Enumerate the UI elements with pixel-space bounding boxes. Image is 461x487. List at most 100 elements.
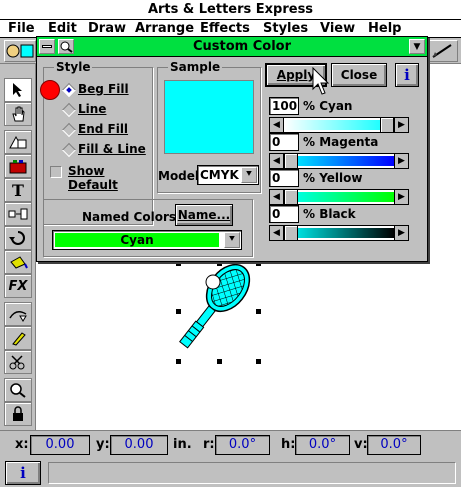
scroll-left-icon[interactable]: ◀ bbox=[270, 226, 284, 240]
info-button[interactable]: i bbox=[395, 63, 419, 87]
dialog-title: Custom Color bbox=[192, 39, 292, 54]
named-colors-label: Named Colors bbox=[82, 210, 177, 224]
named-color-select[interactable]: Cyan ⯆ bbox=[52, 230, 242, 250]
x-label: x: bbox=[15, 437, 29, 452]
pointer-tool-icon[interactable] bbox=[4, 78, 32, 102]
selection-handle[interactable] bbox=[176, 309, 181, 314]
menu-help[interactable]: Help bbox=[368, 20, 401, 37]
black-slider-thumb[interactable] bbox=[284, 226, 298, 240]
selection-handle[interactable] bbox=[176, 359, 181, 364]
yellow-value-field[interactable]: 0 bbox=[269, 169, 299, 187]
scroll-left-icon[interactable]: ◀ bbox=[270, 154, 284, 168]
close-button[interactable]: Close bbox=[331, 63, 387, 87]
name-button[interactable]: Name... bbox=[175, 204, 233, 226]
h-field[interactable]: 0.0° bbox=[295, 435, 350, 455]
brush-icon[interactable] bbox=[428, 40, 458, 62]
zoom-tool-icon[interactable] bbox=[4, 378, 32, 402]
show-default-label[interactable]: Show Default bbox=[68, 164, 152, 192]
menu-effects[interactable]: Effects bbox=[200, 20, 250, 37]
scroll-right-icon[interactable]: ▶ bbox=[394, 118, 408, 132]
v-label: v: bbox=[354, 437, 368, 452]
hand-tool-icon[interactable] bbox=[4, 102, 32, 126]
info-icon: i bbox=[404, 66, 410, 84]
r-field[interactable]: 0.0° bbox=[215, 435, 270, 455]
named-color-value: Cyan bbox=[55, 233, 219, 247]
palette-icon[interactable] bbox=[4, 40, 36, 62]
menu-view[interactable]: View bbox=[320, 20, 355, 37]
magenta-value-field[interactable]: 0 bbox=[269, 133, 299, 151]
scroll-left-icon[interactable]: ◀ bbox=[270, 190, 284, 204]
clipart-tool-icon[interactable] bbox=[4, 154, 32, 178]
lock-tool-icon[interactable] bbox=[4, 402, 32, 426]
cyan-label: % Cyan bbox=[303, 99, 353, 113]
app-title: Arts & Letters Express bbox=[147, 2, 314, 17]
cyan-slider[interactable]: ◀ ▶ bbox=[269, 117, 409, 133]
cyan-value-field[interactable]: 100 bbox=[269, 97, 299, 115]
menu-arrange[interactable]: Arrange bbox=[135, 20, 194, 37]
shapes-tool-icon[interactable] bbox=[4, 130, 32, 154]
scroll-left-icon[interactable]: ◀ bbox=[270, 118, 284, 132]
yellow-slider-track[interactable] bbox=[284, 192, 394, 202]
dialog-title-bar[interactable]: Custom Color ▼ bbox=[37, 37, 427, 57]
node-tool-icon[interactable] bbox=[4, 202, 32, 226]
line-tool-icon[interactable] bbox=[4, 302, 32, 326]
black-slider[interactable]: ◀ ▶ bbox=[269, 225, 409, 241]
yellow-slider-thumb[interactable] bbox=[284, 190, 298, 204]
model-value: CMYK bbox=[200, 168, 239, 182]
yellow-slider[interactable]: ◀ ▶ bbox=[269, 189, 409, 205]
scroll-right-icon[interactable]: ▶ bbox=[394, 154, 408, 168]
status-info-button[interactable]: i bbox=[5, 461, 41, 485]
dropdown-arrow-icon[interactable]: ⯆ bbox=[224, 232, 240, 248]
unit-label: in. bbox=[173, 437, 192, 452]
name-button-label: Name... bbox=[177, 208, 231, 222]
magenta-slider[interactable]: ◀ ▶ bbox=[269, 153, 409, 169]
search-icon[interactable] bbox=[58, 39, 74, 54]
system-menu-icon[interactable] bbox=[39, 39, 55, 54]
dropdown-arrow-icon[interactable]: ▼ bbox=[409, 39, 425, 54]
cyan-slider-track[interactable] bbox=[284, 120, 394, 130]
close-button-label: Close bbox=[340, 68, 378, 82]
magenta-label: % Magenta bbox=[303, 135, 379, 149]
radio-label-fill-and-line[interactable]: Fill & Line bbox=[78, 142, 146, 156]
black-slider-track[interactable] bbox=[284, 228, 394, 238]
text-tool-icon[interactable]: T bbox=[4, 178, 32, 202]
app-title-bar: Arts & Letters Express bbox=[0, 0, 461, 20]
radio-label-end-fill[interactable]: End Fill bbox=[78, 122, 128, 136]
selection-handle[interactable] bbox=[256, 359, 261, 364]
magenta-slider-thumb[interactable] bbox=[284, 154, 298, 168]
scissors-tool-icon[interactable] bbox=[4, 350, 32, 374]
magenta-slider-track[interactable] bbox=[284, 156, 394, 166]
menu-file[interactable]: File bbox=[8, 20, 35, 37]
radio-beg-fill[interactable] bbox=[61, 82, 77, 98]
black-value-field[interactable]: 0 bbox=[269, 205, 299, 223]
color-sample-swatch bbox=[164, 80, 254, 154]
radio-fill-and-line[interactable] bbox=[61, 142, 77, 158]
yellow-label: % Yellow bbox=[303, 171, 363, 185]
h-label: h: bbox=[281, 437, 296, 452]
radio-end-fill[interactable] bbox=[61, 122, 77, 138]
dropdown-arrow-icon[interactable]: ⯆ bbox=[241, 167, 257, 183]
x-field[interactable]: 0.00 bbox=[30, 435, 90, 455]
pen-tool-icon[interactable] bbox=[4, 326, 32, 350]
status-message-area bbox=[48, 462, 456, 484]
radio-label-line[interactable]: Line bbox=[78, 102, 106, 116]
v-field[interactable]: 0.0° bbox=[367, 435, 421, 455]
model-select[interactable]: CMYK ⯆ bbox=[197, 165, 259, 185]
effects-tool-icon[interactable]: FX bbox=[4, 274, 32, 298]
rotate-tool-icon[interactable] bbox=[4, 226, 32, 250]
menu-styles[interactable]: Styles bbox=[263, 20, 308, 37]
radio-label-beg-fill[interactable]: Beg Fill bbox=[78, 82, 129, 96]
y-field[interactable]: 0.00 bbox=[110, 435, 168, 455]
fill-indicator-icon bbox=[40, 80, 60, 100]
cyan-slider-thumb[interactable] bbox=[380, 118, 394, 132]
show-default-checkbox[interactable] bbox=[50, 166, 62, 178]
menu-draw[interactable]: Draw bbox=[88, 20, 126, 37]
fill-tool-icon[interactable] bbox=[4, 250, 32, 274]
selection-handle[interactable] bbox=[256, 309, 261, 314]
radio-line[interactable] bbox=[61, 102, 77, 118]
sample-label: Sample bbox=[168, 60, 223, 74]
menu-edit[interactable]: Edit bbox=[48, 20, 77, 37]
scroll-right-icon[interactable]: ▶ bbox=[394, 190, 408, 204]
selection-handle[interactable] bbox=[217, 359, 222, 364]
scroll-right-icon[interactable]: ▶ bbox=[394, 226, 408, 240]
